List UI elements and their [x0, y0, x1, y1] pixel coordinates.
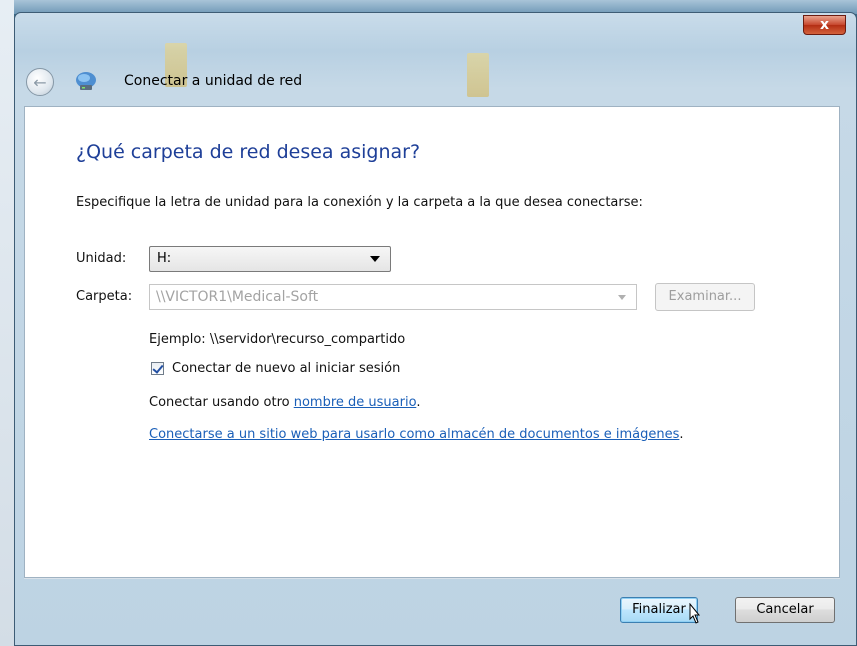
- other-username-link[interactable]: nombre de usuario: [294, 395, 417, 410]
- network-drive-icon: [76, 72, 96, 90]
- other-user-prefix: Conectar usando otro: [149, 395, 294, 410]
- website-line: Conectarse a un sitio web para usarlo co…: [149, 427, 684, 442]
- folder-label: Carpeta:: [76, 289, 133, 304]
- background-window-edge: [0, 0, 14, 646]
- cancel-button[interactable]: Cancelar: [735, 597, 835, 623]
- browse-button[interactable]: Examinar...: [655, 283, 755, 311]
- content-panel: ¿Qué carpeta de red desea asignar? Espec…: [24, 106, 840, 578]
- close-icon: x: [819, 17, 830, 33]
- drive-letter-select[interactable]: H:: [149, 246, 391, 272]
- other-user-suffix: .: [416, 395, 421, 410]
- footer-divider: [24, 578, 840, 579]
- background-folder-icon: [467, 53, 489, 97]
- finish-button[interactable]: Finalizar: [620, 597, 698, 623]
- close-button[interactable]: x: [803, 15, 846, 35]
- folder-path-combobox[interactable]: \\VICTOR1\Medical-Soft: [149, 284, 637, 310]
- instructions-text: Especifique la letra de unidad para la c…: [76, 195, 643, 210]
- drive-letter-value: H:: [157, 251, 172, 266]
- example-text: Ejemplo: \\servidor\recurso_compartido: [149, 332, 406, 347]
- page-heading: ¿Qué carpeta de red desea asignar?: [76, 141, 421, 163]
- chevron-down-icon: [618, 295, 626, 300]
- chevron-down-icon: [370, 256, 380, 262]
- reconnect-label[interactable]: Conectar de nuevo al iniciar sesión: [172, 361, 400, 376]
- reconnect-checkbox[interactable]: [151, 362, 164, 375]
- other-user-line: Conectar usando otro nombre de usuario.: [149, 395, 420, 410]
- website-suffix: .: [679, 427, 684, 442]
- website-storage-link[interactable]: Conectarse a un sitio web para usarlo co…: [149, 427, 679, 442]
- folder-path-value: \\VICTOR1\Medical-Soft: [156, 289, 319, 305]
- dialog-title: Conectar a unidad de red: [124, 73, 303, 89]
- back-arrow-icon: ←: [33, 72, 47, 92]
- drive-label: Unidad:: [76, 251, 127, 266]
- back-button[interactable]: ←: [26, 68, 54, 96]
